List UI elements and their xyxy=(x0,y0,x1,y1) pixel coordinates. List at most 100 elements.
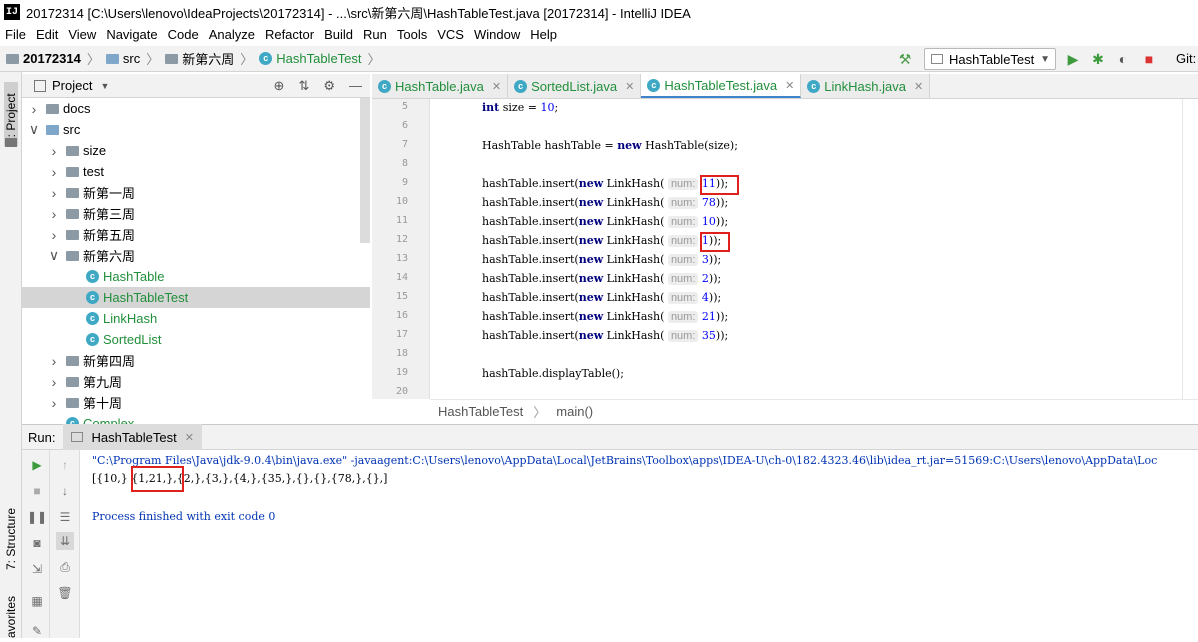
chevron-down-icon[interactable]: ∨ xyxy=(48,247,60,264)
arrow-down-icon[interactable]: ↓ xyxy=(56,482,74,500)
print-icon[interactable]: ⎙ xyxy=(56,558,74,576)
tree-item[interactable]: › docs xyxy=(22,98,370,119)
tree-item[interactable]: c HashTableTest xyxy=(22,287,370,308)
editor-breadcrumb-class[interactable]: HashTableTest xyxy=(438,404,523,419)
tree-item[interactable]: › size xyxy=(22,140,370,161)
trash-icon[interactable]: 🗑 xyxy=(56,584,74,602)
tree-item-label: 新第四周 xyxy=(83,354,136,369)
tree-item-label: LinkHash xyxy=(103,311,158,326)
menu-item-window[interactable]: Window xyxy=(469,27,525,42)
close-icon[interactable]: ✕ xyxy=(625,80,634,93)
close-icon[interactable]: ✕ xyxy=(185,431,194,444)
chevron-right-icon[interactable]: › xyxy=(28,101,40,117)
editor-tab-label: SortedList.java xyxy=(531,78,618,94)
pause-icon[interactable]: ❚❚ xyxy=(27,508,47,526)
breadcrumb-project[interactable]: 20172314 〉 xyxy=(6,49,100,68)
folder-icon xyxy=(46,124,59,135)
class-icon: c xyxy=(86,312,99,325)
structure-tool-button[interactable]: 7: Structure xyxy=(4,492,18,572)
chevron-down-icon[interactable]: ∨ xyxy=(28,121,40,138)
tree-item[interactable]: ∨ src xyxy=(22,119,370,140)
tree-item[interactable]: ∨ 新第六周 xyxy=(22,245,370,266)
chevron-right-icon[interactable]: › xyxy=(48,227,60,243)
run-icon[interactable]: ▶ xyxy=(1064,50,1082,68)
collapse-icon[interactable]: ⇅ xyxy=(298,78,309,94)
chevron-right-icon[interactable]: › xyxy=(48,164,60,180)
console-line-command: "C:\Program Files\Java\jdk-9.0.4\bin\jav… xyxy=(92,454,1158,467)
menu-item-build[interactable]: Build xyxy=(319,27,358,42)
tree-item[interactable]: › 新第一周 xyxy=(22,182,370,203)
tree-item[interactable]: c SortedList xyxy=(22,329,370,350)
favorites-tool-button[interactable]: avorites xyxy=(4,592,18,642)
tree-item[interactable]: › 新第三周 xyxy=(22,203,370,224)
chevron-right-icon[interactable]: › xyxy=(48,395,60,411)
project-tool-button[interactable]: 1: Project xyxy=(4,82,18,146)
chevron-down-icon[interactable]: ▼ xyxy=(100,81,109,91)
breadcrumb-class[interactable]: c HashTableTest 〉 xyxy=(259,49,381,68)
coverage-icon[interactable]: ◐ xyxy=(1114,50,1132,68)
close-icon[interactable]: ✕ xyxy=(785,79,794,92)
chevron-right-icon[interactable]: › xyxy=(48,374,60,390)
stop-icon[interactable]: ■ xyxy=(1140,50,1158,68)
tree-scrollbar[interactable] xyxy=(360,98,370,243)
locate-icon[interactable]: ⊕ xyxy=(274,78,285,94)
layout-icon[interactable]: ▦ xyxy=(28,592,46,610)
editor-tab[interactable]: c HashTableTest.java ✕ xyxy=(641,74,802,98)
close-icon[interactable]: ✕ xyxy=(492,80,501,93)
menu-item-run[interactable]: Run xyxy=(358,27,392,42)
tree-item[interactable]: › 新第四周 xyxy=(22,350,370,371)
gear-icon[interactable]: ⚙ xyxy=(323,78,335,94)
chevron-right-icon[interactable]: › xyxy=(48,185,60,201)
tree-item[interactable]: c Complex xyxy=(22,413,370,424)
menu-item-view[interactable]: View xyxy=(63,27,101,42)
scroll-to-end-icon[interactable]: ⇊ xyxy=(56,532,74,550)
menu-item-help[interactable]: Help xyxy=(525,27,562,42)
build-hammer-icon[interactable]: ⚒ xyxy=(896,50,914,68)
menu-item-edit[interactable]: Edit xyxy=(31,27,63,42)
debug-icon[interactable]: ✱ xyxy=(1089,50,1107,68)
tree-item[interactable]: › 第十周 xyxy=(22,392,370,413)
editor-breadcrumb-method[interactable]: main() xyxy=(556,404,593,419)
close-icon[interactable]: ✕ xyxy=(914,80,923,93)
code-editor[interactable]: int size = 10; HashTable hashTable = new … xyxy=(430,99,1198,399)
chevron-right-icon[interactable]: › xyxy=(48,353,60,369)
menu-item-code[interactable]: Code xyxy=(163,27,204,42)
project-view-selector[interactable]: Project xyxy=(52,78,92,93)
chevron-right-icon[interactable]: › xyxy=(48,206,60,222)
menu-item-navigate[interactable]: Navigate xyxy=(101,27,162,42)
breadcrumb-src[interactable]: src 〉 xyxy=(105,49,159,68)
line-number: 10 xyxy=(395,196,408,207)
breadcrumb-package[interactable]: 新第六周〉 xyxy=(165,49,253,68)
folder-icon xyxy=(66,208,79,219)
menu-item-refactor[interactable]: Refactor xyxy=(260,27,319,42)
soft-wrap-icon[interactable]: ☰ xyxy=(56,508,74,526)
menu-item-analyze[interactable]: Analyze xyxy=(204,27,260,42)
tree-item[interactable]: c LinkHash xyxy=(22,308,370,329)
rerun-icon[interactable]: ▶ xyxy=(28,456,46,474)
hide-icon[interactable]: — xyxy=(349,78,362,93)
tree-item[interactable]: › test xyxy=(22,161,370,182)
editor-tab[interactable]: c SortedList.java ✕ xyxy=(508,74,642,98)
project-panel-header: Project ▼ ⊕ ⇅ ⚙ — xyxy=(22,74,370,98)
menu-item-tools[interactable]: Tools xyxy=(392,27,432,42)
menu-item-vcs[interactable]: VCS xyxy=(432,27,469,42)
run-tab[interactable]: HashTableTest ✕ xyxy=(63,424,202,450)
code-line: int size = 10; xyxy=(482,101,559,114)
console-output[interactable]: "C:\Program Files\Java\jdk-9.0.4\bin\jav… xyxy=(80,450,1198,638)
pin-icon[interactable]: ✎ xyxy=(28,622,46,640)
menu-item-file[interactable]: File xyxy=(0,27,31,42)
tree-item[interactable]: › 新第五周 xyxy=(22,224,370,245)
camera-icon[interactable]: ◙ xyxy=(28,534,46,552)
editor-tabs: c HashTable.java ✕ c SortedList.java ✕ c HashTa… xyxy=(372,74,1198,99)
stop-icon[interactable]: ■ xyxy=(28,482,46,500)
run-configuration-select[interactable]: HashTableTest ▼ xyxy=(924,48,1056,70)
tree-item-label: src xyxy=(63,122,81,137)
editor-tab[interactable]: c LinkHash.java ✕ xyxy=(801,74,931,98)
editor-tab[interactable]: c HashTable.java ✕ xyxy=(372,74,509,98)
tree-item-label: 第九周 xyxy=(83,375,123,390)
chevron-right-icon[interactable]: › xyxy=(48,143,60,159)
tree-item[interactable]: › 第九周 xyxy=(22,371,370,392)
tree-item[interactable]: c HashTable xyxy=(22,266,370,287)
exit-icon[interactable]: ⇲ xyxy=(28,560,46,578)
arrow-up-icon[interactable]: ↑ xyxy=(56,456,74,474)
